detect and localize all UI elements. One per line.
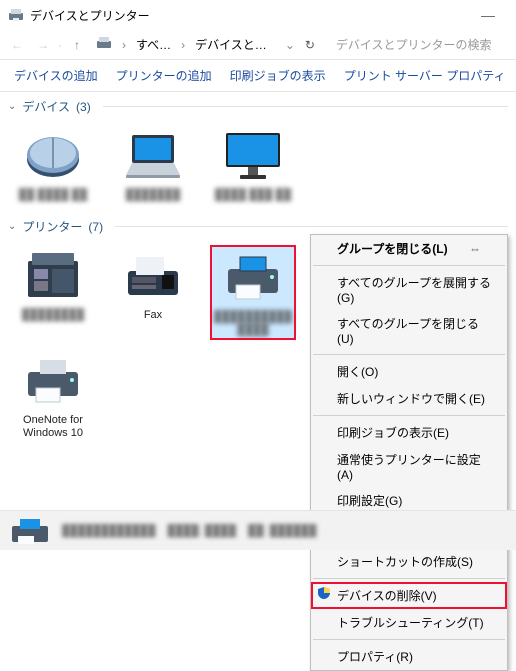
context-menu-open[interactable]: 開く(O) <box>311 358 507 385</box>
devices-printers-mini-icon <box>92 33 116 56</box>
status-bar: ████████████ ████: ████ ██: ██████ <box>0 510 516 550</box>
devices-printers-icon <box>8 7 24 23</box>
status-line1: ████████████ <box>62 525 156 537</box>
printer-item-selected[interactable]: ██████████ ████ <box>210 245 296 339</box>
context-menu-set-default[interactable]: 通常使うプリンターに設定(A) <box>311 446 507 487</box>
printers-group-title: プリンター <box>22 218 82 235</box>
refresh-button[interactable]: ↻ <box>299 38 321 52</box>
devices-items: ██ ████ ██ ███████ ████ ███ ██ <box>0 121 516 212</box>
status-thumbnail-icon <box>10 516 50 546</box>
mouse-icon <box>17 125 89 185</box>
printer-label: OneNote for Windows 10 <box>10 414 96 440</box>
status-line2: ████: ████ <box>168 525 236 537</box>
device-label: ███████ <box>126 189 181 202</box>
context-menu-remove-device[interactable]: デバイスの削除(V) <box>311 582 507 609</box>
view-print-jobs-button[interactable]: 印刷ジョブの表示 <box>222 63 334 88</box>
context-menu-view-jobs[interactable]: 印刷ジョブの表示(E) <box>311 419 507 446</box>
titlebar: デバイスとプリンター — <box>0 0 516 30</box>
context-menu-create-shortcut[interactable]: ショートカットの作成(S) <box>311 548 507 575</box>
context-menu-separator <box>313 354 505 355</box>
nav-separator: · <box>58 38 62 52</box>
submenu-arrow-icon: ⇔ <box>469 242 481 256</box>
cm-label: グループを閉じる(L) <box>337 240 448 257</box>
printer-item-fax[interactable]: Fax <box>110 245 196 339</box>
context-menu-properties[interactable]: プロパティ(R) <box>311 643 507 670</box>
status-text: ██: ██████ <box>248 525 316 537</box>
add-printer-button[interactable]: プリンターの追加 <box>108 63 220 88</box>
context-menu-close-group[interactable]: グループを閉じる(L) ⇔ <box>311 235 507 262</box>
printer-label: Fax <box>144 309 162 322</box>
up-button[interactable]: ↑ <box>66 34 88 56</box>
search-placeholder: デバイスとプリンターの検索 <box>336 36 492 53</box>
context-menu-open-new-window[interactable]: 新しいウィンドウで開く(E) <box>311 385 507 412</box>
device-item-monitor[interactable]: ████ ███ ██ <box>210 125 296 202</box>
printers-group-count: (7) <box>88 220 103 234</box>
devices-group-title: デバイス <box>22 98 70 115</box>
back-button[interactable]: ← <box>6 34 28 56</box>
context-menu-separator <box>313 265 505 266</box>
context-menu-troubleshoot[interactable]: トラブルシューティング(T) <box>311 609 507 636</box>
device-label: ████ ███ ██ <box>215 189 291 202</box>
fax-icon <box>117 245 189 305</box>
status-line3: ██: ██████ <box>248 525 316 537</box>
forward-button[interactable]: → <box>32 34 54 56</box>
collapse-icon: ⌄ <box>8 221 16 232</box>
cm-label: デバイスの削除(V) <box>337 589 437 603</box>
laptop-icon <box>117 125 189 185</box>
device-item-mouse[interactable]: ██ ████ ██ <box>10 125 96 202</box>
context-menu: グループを閉じる(L) ⇔ すべてのグループを展開する(G) すべてのグループを… <box>310 234 508 671</box>
group-rule <box>115 226 508 227</box>
mfp-icon <box>17 245 89 305</box>
print-server-properties-button[interactable]: プリント サーバー プロパティ <box>336 63 514 88</box>
uac-shield-icon <box>317 586 331 600</box>
context-menu-collapse-all[interactable]: すべてのグループを閉じる(U) <box>311 310 507 351</box>
window-title: デバイスとプリンター <box>30 7 468 24</box>
devices-group-count: (3) <box>76 100 91 114</box>
printer-item-mfp[interactable]: ████████ <box>10 245 96 339</box>
status-text: ████████████ <box>62 525 156 537</box>
group-rule <box>103 106 508 107</box>
add-device-button[interactable]: デバイスの追加 <box>6 63 106 88</box>
context-menu-separator <box>313 578 505 579</box>
address-bar: ← → · ↑ › すべ… › デバイスと… ⌄ ↻ デバイスとプリンターの検索 <box>0 30 516 60</box>
printer-icon <box>217 247 289 307</box>
device-label: ██ ████ ██ <box>19 189 87 202</box>
printer-label: ██████████ ████ <box>210 311 296 337</box>
minimize-button[interactable]: — <box>468 7 508 23</box>
context-menu-separator <box>313 639 505 640</box>
collapse-icon: ⌄ <box>8 101 16 112</box>
printer-icon <box>17 350 89 410</box>
devices-group-header[interactable]: ⌄ デバイス (3) <box>0 92 516 121</box>
status-text: ████: ████ <box>168 525 236 537</box>
breadcrumb-dropdown[interactable]: ⌄ <box>285 38 295 52</box>
search-input[interactable]: デバイスとプリンターの検索 <box>329 34 510 56</box>
breadcrumb-root[interactable]: すべ… <box>132 34 175 55</box>
command-bar: デバイスの追加 プリンターの追加 印刷ジョブの表示 プリント サーバー プロパテ… <box>0 60 516 92</box>
printer-label: ████████ <box>22 309 84 322</box>
printer-item-onenote[interactable]: OneNote for Windows 10 <box>10 350 96 440</box>
breadcrumb[interactable]: › すべ… › デバイスと… <box>92 33 271 56</box>
breadcrumb-current[interactable]: デバイスと… <box>191 34 271 55</box>
chevron-right-icon: › <box>118 36 130 54</box>
context-menu-expand-all[interactable]: すべてのグループを展開する(G) <box>311 269 507 310</box>
context-menu-separator <box>313 415 505 416</box>
chevron-right-icon: › <box>177 36 189 54</box>
device-item-laptop[interactable]: ███████ <box>110 125 196 202</box>
monitor-icon <box>217 125 289 185</box>
